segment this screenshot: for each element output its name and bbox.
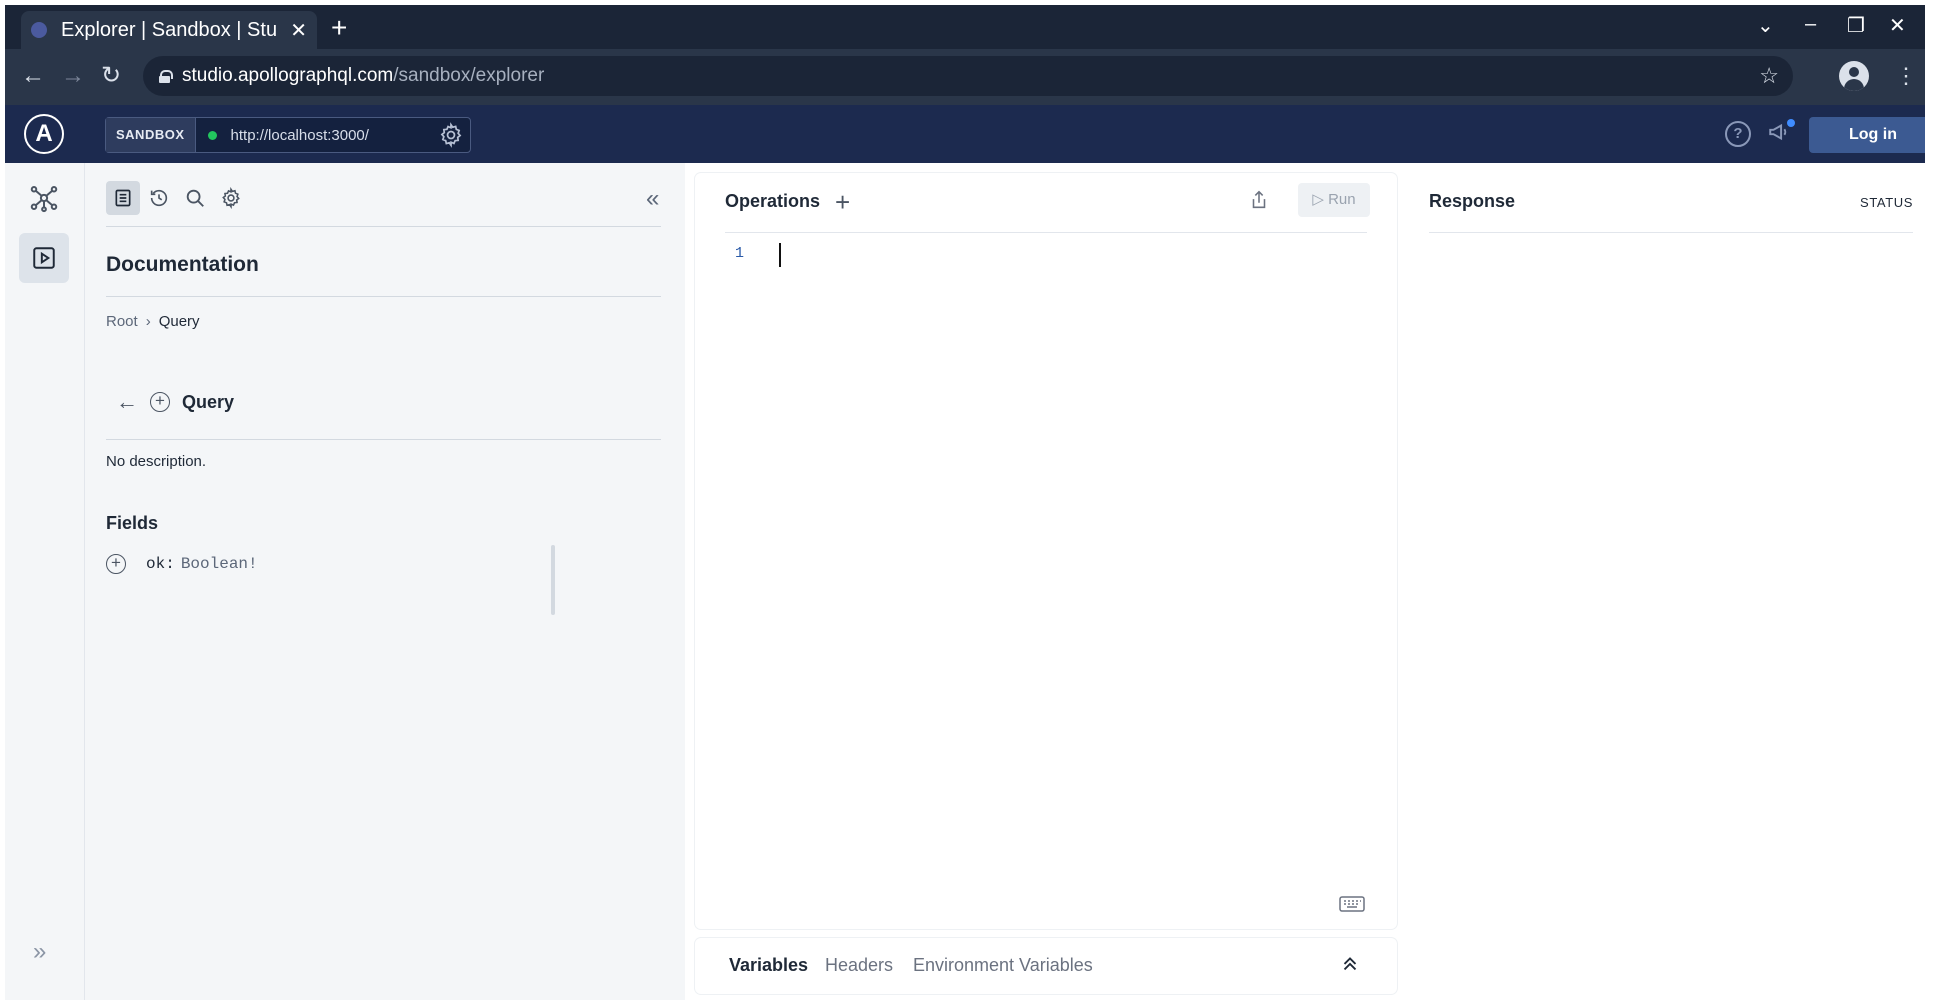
bookmark-star-icon[interactable]: ☆ [1759,63,1779,89]
back-arrow-icon[interactable]: ← [116,389,138,415]
connection-status-dot-icon [207,130,217,140]
breadcrumb-current: Query [158,313,200,330]
connection-settings-gear-icon[interactable] [438,122,464,152]
browser-window: Explorer | Sandbox | Stu ✕ + ⌄ – ❐ ✕ ← →… [5,5,1925,1000]
operations-title: Operations [725,191,821,211]
breadcrumb: Root › Query [106,313,200,330]
minimize-icon[interactable]: – [1805,13,1816,36]
fields-heading: Fields [106,513,159,533]
field-name[interactable]: ok: [146,555,175,573]
restore-icon[interactable]: ❐ [1847,13,1865,38]
history-icon[interactable] [142,181,176,215]
expand-chevron-up-icon[interactable] [1339,952,1361,979]
forward-icon[interactable]: → [61,63,85,89]
editor-cursor[interactable] [779,243,781,267]
explorer-play-icon[interactable] [19,233,69,283]
tab-list-icon[interactable]: ⌄ [1757,13,1774,38]
breadcrumb-root[interactable]: Root [106,313,138,330]
collapse-panel-icon[interactable]: « [646,185,659,213]
response-header: Response STATUS [1429,173,1913,233]
reload-icon[interactable]: ↻ [101,63,121,89]
studio-header: A SANDBOX http://localhost:3000/ ? Log i… [5,105,1925,163]
tab-headers[interactable]: Headers [825,955,893,976]
type-header: ← + Query [106,389,234,415]
status-label: STATUS [1860,195,1913,210]
apollo-logo-icon[interactable]: A [24,114,64,154]
divider [106,296,661,297]
login-button[interactable]: Log in [1809,117,1925,153]
add-operation-tab-icon[interactable]: + [835,187,850,218]
add-operation-icon[interactable]: + [150,392,170,412]
notification-dot-icon [1787,119,1795,127]
response-panel: Response STATUS [1405,163,1925,1000]
settings-icon[interactable] [214,181,248,215]
url-host: studio.apollographql.com [182,65,394,86]
add-field-icon[interactable]: + [106,554,126,574]
profile-avatar-icon[interactable] [1839,61,1869,91]
documentation-panel: « Documentation Root › Query ← + Query N… [85,163,685,1000]
operations-panel: Operations + ▷ Run 1 [695,173,1397,929]
line-number: 1 [735,245,745,262]
documentation-title: Documentation [106,253,259,276]
search-icon[interactable] [178,181,212,215]
field-row: + ok: Boolean! [106,554,258,574]
tab-close-icon[interactable]: ✕ [290,18,307,43]
field-type[interactable]: Boolean! [181,555,258,573]
share-icon[interactable] [1248,189,1270,216]
lock-icon [159,69,173,83]
new-tab-button[interactable]: + [331,13,347,43]
divider [106,439,661,440]
announcements-megaphone-icon[interactable] [1767,119,1795,150]
apollo-favicon-icon [31,22,47,38]
url-path: /sandbox/explorer [393,65,545,86]
tab-variables[interactable]: Variables [729,955,808,976]
type-description: No description. [106,453,207,470]
run-button[interactable]: ▷ Run [1298,183,1370,217]
operations-header: Operations + ▷ Run [725,173,1370,233]
browser-tab[interactable]: Explorer | Sandbox | Stu ✕ [21,11,317,49]
left-nav-rail: » [5,163,85,1000]
help-icon[interactable]: ? [1725,121,1751,147]
keyboard-shortcuts-icon[interactable] [1339,895,1365,918]
endpoint-selector: SANDBOX http://localhost:3000/ [105,117,471,153]
close-window-icon[interactable]: ✕ [1889,13,1906,38]
documentation-icon[interactable] [106,181,140,215]
endpoint-input[interactable]: http://localhost:3000/ [196,118,470,152]
browser-tab-bar: Explorer | Sandbox | Stu ✕ + ⌄ – ❐ ✕ [5,5,1925,49]
url-input[interactable]: studio.apollographql.com/sandbox/explore… [143,56,1793,96]
schema-graph-icon[interactable] [19,173,69,223]
documentation-toolbar: « [106,181,661,227]
browser-menu-icon[interactable]: ⋮ [1895,63,1917,89]
docs-resize-handle[interactable] [551,545,555,615]
tab-environment-variables[interactable]: Environment Variables [913,955,1093,976]
back-icon[interactable]: ← [21,63,45,89]
expand-rail-icon[interactable]: » [33,938,46,966]
endpoint-url: http://localhost:3000/ [230,126,369,144]
response-title: Response [1429,191,1516,211]
variables-bar: Variables Headers Environment Variables [695,938,1397,994]
address-bar: ← → ↻ studio.apollographql.com/sandbox/e… [5,49,1925,105]
type-name: Query [182,391,235,412]
tab-title: Explorer | Sandbox | Stu [61,18,278,41]
breadcrumb-separator: › [145,313,151,330]
sandbox-badge: SANDBOX [106,118,196,152]
